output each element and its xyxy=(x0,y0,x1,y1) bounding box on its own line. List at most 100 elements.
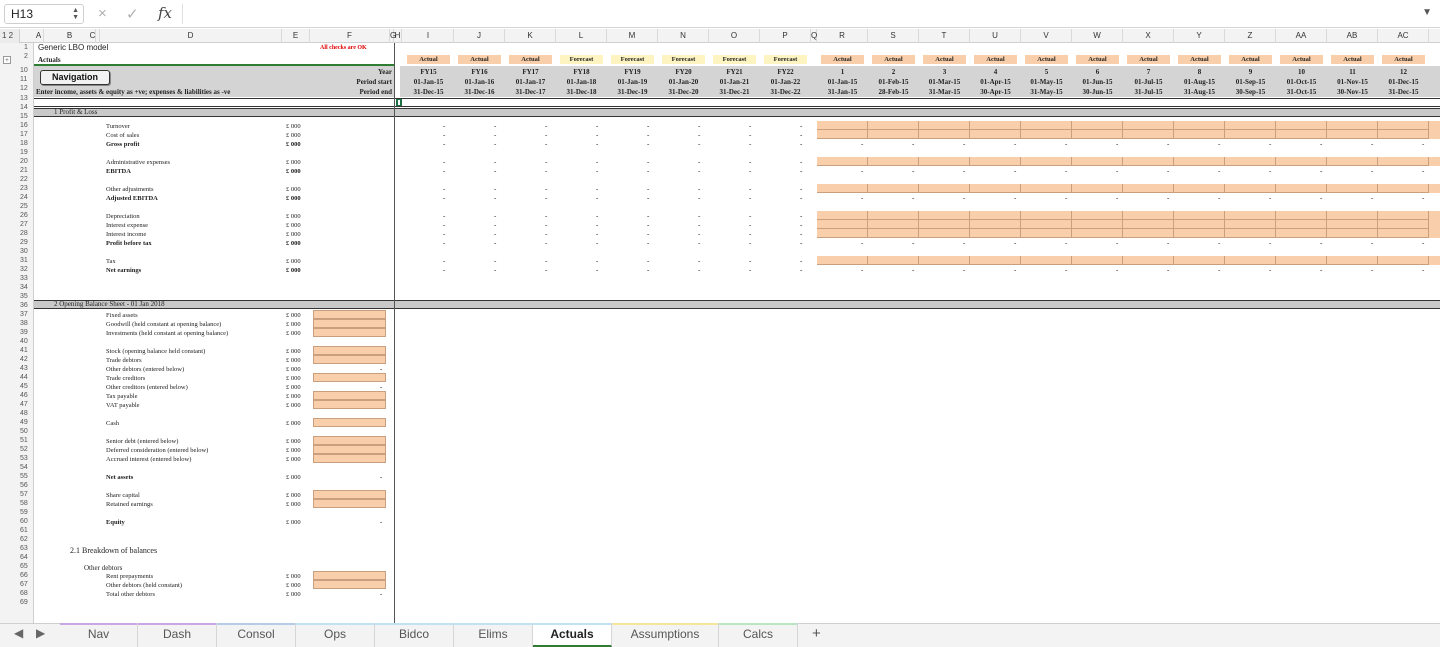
input-cell[interactable] xyxy=(1378,211,1429,220)
row-header-57[interactable]: 57 xyxy=(6,490,34,499)
tab-ops[interactable]: Ops xyxy=(296,623,375,647)
row-header-46[interactable]: 46 xyxy=(6,391,34,400)
input-cell[interactable] xyxy=(1327,121,1378,130)
tab-bidco[interactable]: Bidco xyxy=(375,623,454,647)
tab-elims[interactable]: Elims xyxy=(454,623,533,647)
row-header-25[interactable]: 25 xyxy=(6,202,34,211)
input-cell[interactable] xyxy=(970,157,1021,166)
input-cell[interactable] xyxy=(817,121,868,130)
input-cell[interactable] xyxy=(313,490,386,499)
input-cell[interactable] xyxy=(1327,211,1378,220)
input-cell[interactable] xyxy=(1378,184,1429,193)
input-cell[interactable] xyxy=(817,211,868,220)
column-header-o[interactable]: O xyxy=(709,29,760,43)
input-cell[interactable] xyxy=(1225,157,1276,166)
input-cell[interactable] xyxy=(1072,130,1123,139)
input-cell[interactable] xyxy=(1072,256,1123,265)
input-cell[interactable] xyxy=(970,121,1021,130)
row-header-24[interactable]: 24 xyxy=(6,193,34,202)
row-header-22[interactable]: 22 xyxy=(6,175,34,184)
input-cell[interactable] xyxy=(1021,184,1072,193)
row-header-31[interactable]: 31 xyxy=(6,256,34,265)
input-cell[interactable] xyxy=(868,184,919,193)
input-cell[interactable] xyxy=(313,355,386,364)
input-cell[interactable] xyxy=(1072,220,1123,229)
row-header-23[interactable]: 23 xyxy=(6,184,34,193)
input-cell-overflow[interactable] xyxy=(1429,229,1440,238)
row-header-35[interactable]: 35 xyxy=(6,292,34,301)
input-cell[interactable] xyxy=(313,436,386,445)
column-header-u[interactable]: U xyxy=(970,29,1021,43)
input-cell[interactable] xyxy=(313,319,386,328)
input-cell[interactable] xyxy=(1123,184,1174,193)
row-header-55[interactable]: 55 xyxy=(6,472,34,481)
input-cell[interactable] xyxy=(1276,157,1327,166)
tab-nav[interactable]: Nav xyxy=(60,623,138,647)
input-cell[interactable] xyxy=(919,229,970,238)
row-header-33[interactable]: 33 xyxy=(6,274,34,283)
row-header-49[interactable]: 49 xyxy=(6,418,34,427)
column-header-m[interactable]: M xyxy=(607,29,658,43)
input-cell[interactable] xyxy=(1123,211,1174,220)
tab-assumptions[interactable]: Assumptions xyxy=(612,623,719,647)
input-cell-overflow[interactable] xyxy=(1429,157,1440,166)
row-header-26[interactable]: 26 xyxy=(6,211,34,220)
input-cell[interactable] xyxy=(1276,211,1327,220)
row-header-64[interactable]: 64 xyxy=(6,553,34,562)
column-header-t[interactable]: T xyxy=(919,29,970,43)
input-cell[interactable] xyxy=(1021,157,1072,166)
column-header-e[interactable]: E xyxy=(282,29,310,43)
navigation-button[interactable]: Navigation xyxy=(40,70,110,85)
input-cell[interactable] xyxy=(919,130,970,139)
prev-sheet-icon[interactable]: ◀ xyxy=(14,626,23,641)
input-cell[interactable] xyxy=(1174,229,1225,238)
column-header-c[interactable]: C xyxy=(86,29,100,43)
row-header-28[interactable]: 28 xyxy=(6,229,34,238)
input-cell[interactable] xyxy=(1276,184,1327,193)
input-cell[interactable] xyxy=(313,346,386,355)
input-cell[interactable] xyxy=(313,418,386,427)
column-header-v[interactable]: V xyxy=(1021,29,1072,43)
input-cell[interactable] xyxy=(1225,220,1276,229)
input-cell[interactable] xyxy=(868,157,919,166)
input-cell[interactable] xyxy=(970,220,1021,229)
input-cell[interactable] xyxy=(1174,121,1225,130)
input-cell[interactable] xyxy=(868,229,919,238)
input-cell-overflow[interactable] xyxy=(1429,121,1440,130)
insert-function-icon[interactable]: fx xyxy=(158,4,172,22)
row-header-60[interactable]: 60 xyxy=(6,517,34,526)
input-cell[interactable] xyxy=(919,220,970,229)
row-header-65[interactable]: 65 xyxy=(6,562,34,571)
input-cell[interactable] xyxy=(1072,184,1123,193)
input-cell[interactable] xyxy=(1174,130,1225,139)
row-header-52[interactable]: 52 xyxy=(6,445,34,454)
input-cell[interactable] xyxy=(919,184,970,193)
input-cell[interactable] xyxy=(1174,157,1225,166)
row-header-41[interactable]: 41 xyxy=(6,346,34,355)
tab-calcs[interactable]: Calcs xyxy=(719,623,798,647)
input-cell[interactable] xyxy=(1021,256,1072,265)
input-cell-overflow[interactable] xyxy=(1429,130,1440,139)
input-cell[interactable] xyxy=(1021,121,1072,130)
column-header-i[interactable]: I xyxy=(403,29,454,43)
input-cell[interactable] xyxy=(1327,157,1378,166)
input-cell[interactable] xyxy=(1225,229,1276,238)
input-cell[interactable] xyxy=(1378,157,1429,166)
column-header-y[interactable]: Y xyxy=(1174,29,1225,43)
input-cell[interactable] xyxy=(1021,130,1072,139)
input-cell[interactable] xyxy=(1276,229,1327,238)
input-cell[interactable] xyxy=(1072,211,1123,220)
input-cell[interactable] xyxy=(1378,130,1429,139)
input-cell[interactable] xyxy=(1174,211,1225,220)
row-header-68[interactable]: 68 xyxy=(6,589,34,598)
row-header-44[interactable]: 44 xyxy=(6,373,34,382)
input-cell[interactable] xyxy=(868,121,919,130)
row-header-12[interactable]: 12 xyxy=(6,84,34,93)
row-header-61[interactable]: 61 xyxy=(6,526,34,535)
row-header-45[interactable]: 45 xyxy=(6,382,34,391)
column-header-p[interactable]: P xyxy=(760,29,811,43)
column-header-x[interactable]: X xyxy=(1123,29,1174,43)
input-cell[interactable] xyxy=(1174,184,1225,193)
formula-input[interactable] xyxy=(190,4,1420,24)
row-header-48[interactable]: 48 xyxy=(6,409,34,418)
